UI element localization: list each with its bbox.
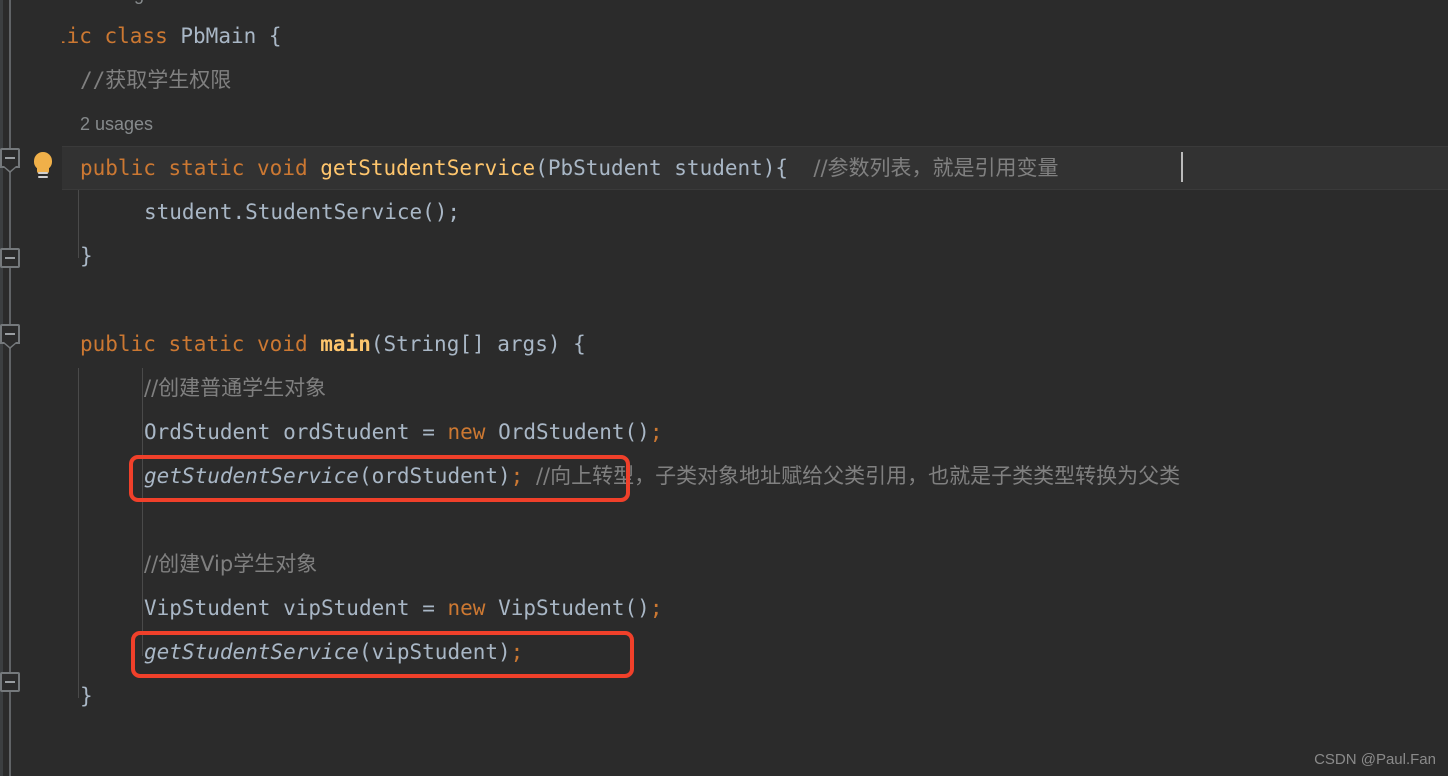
line-method-declaration-getStudentService[interactable]: public static void getStudentService(PbS…: [80, 146, 1059, 190]
fold-marker-main-end[interactable]: [0, 672, 20, 692]
code-content[interactable]: no usages public class PbMain { //获取学生权限…: [0, 0, 1448, 776]
keyword-static: static: [168, 332, 245, 356]
keyword-void: void: [257, 332, 308, 356]
assign-operator: =: [422, 420, 435, 444]
gutter-separator: [0, 0, 3, 776]
call-arguments-ordStudent: (ordStudent): [358, 464, 511, 488]
method-name-getStudentService: getStudentService: [320, 156, 536, 180]
fold-rail: [9, 0, 11, 776]
semicolon: ;: [649, 596, 663, 620]
method-call-getStudentService: getStudentService: [144, 640, 359, 664]
line-call-getStudentService-ord[interactable]: getStudentService(ordStudent); //向上转型，子类…: [144, 454, 1180, 498]
lightbulb-icon[interactable]: [30, 152, 56, 182]
constructor-OrdStudent: OrdStudent(): [498, 420, 650, 444]
text-caret: [1181, 152, 1183, 182]
semicolon: ;: [649, 420, 663, 444]
line-declare-vipStudent[interactable]: VipStudent vipStudent = new VipStudent()…: [144, 586, 662, 630]
keyword-new: new: [447, 420, 486, 444]
inlay-hint-2-usages[interactable]: 2 usages: [80, 102, 153, 146]
line-student-service-call[interactable]: student.StudentService();: [144, 190, 460, 234]
line-method-declaration-main[interactable]: public static void main(String[] args) {: [80, 322, 586, 366]
assign-operator: =: [422, 596, 435, 620]
semicolon: ;: [510, 464, 524, 488]
keyword-static: static: [168, 156, 245, 180]
fold-marker-main[interactable]: [0, 324, 20, 349]
semicolon: ;: [510, 640, 524, 664]
fold-marker-getStudentService[interactable]: [0, 148, 20, 173]
code-editor[interactable]: no usages public class PbMain { //获取学生权限…: [0, 0, 1448, 776]
editor-gutter[interactable]: [0, 0, 62, 776]
brace-close-method: }: [80, 244, 93, 268]
class-name-PbMain: PbMain: [180, 24, 257, 48]
statement-student-service: student.StudentService();: [144, 200, 461, 224]
keyword-void: void: [257, 156, 308, 180]
comment-create-ordinary-student: //创建普通学生对象: [144, 376, 327, 400]
comment-parameter-list: //参数列表，就是引用变量: [813, 156, 1059, 180]
main-parameters: (String[] args) {: [370, 332, 586, 356]
comment-upcasting: //向上转型，子类对象地址赋给父类引用，也就是子类类型转换为父类: [535, 464, 1181, 488]
keyword-public: public: [80, 156, 156, 180]
method-parameters: (PbStudent student){: [535, 156, 789, 180]
type-VipStudent: VipStudent: [144, 596, 271, 620]
type-OrdStudent: OrdStudent: [144, 420, 271, 444]
fold-marker-class-body[interactable]: [0, 248, 20, 268]
watermark: CSDN @Paul.Fan: [1314, 751, 1436, 768]
method-call-getStudentService: getStudentService: [144, 464, 359, 488]
comment-create-vip-student: //创建Vip学生对象: [144, 552, 318, 576]
keyword-class: class: [104, 24, 168, 48]
line-call-getStudentService-vip[interactable]: getStudentService(vipStudent);: [144, 630, 523, 674]
brace-close-main: }: [80, 684, 93, 708]
method-name-main: main: [320, 332, 371, 356]
keyword-public: public: [80, 332, 156, 356]
variable-ordStudent: ordStudent: [283, 420, 410, 444]
variable-vipStudent: vipStudent: [283, 596, 410, 620]
call-arguments-vipStudent: (vipStudent): [358, 640, 511, 664]
keyword-new: new: [447, 596, 486, 620]
brace-open-class: {: [268, 24, 282, 48]
constructor-VipStudent: VipStudent(): [498, 596, 650, 620]
comment-get-student-permission: //获取学生权限: [80, 68, 232, 92]
line-declare-ordStudent[interactable]: OrdStudent ordStudent = new OrdStudent()…: [144, 410, 662, 454]
